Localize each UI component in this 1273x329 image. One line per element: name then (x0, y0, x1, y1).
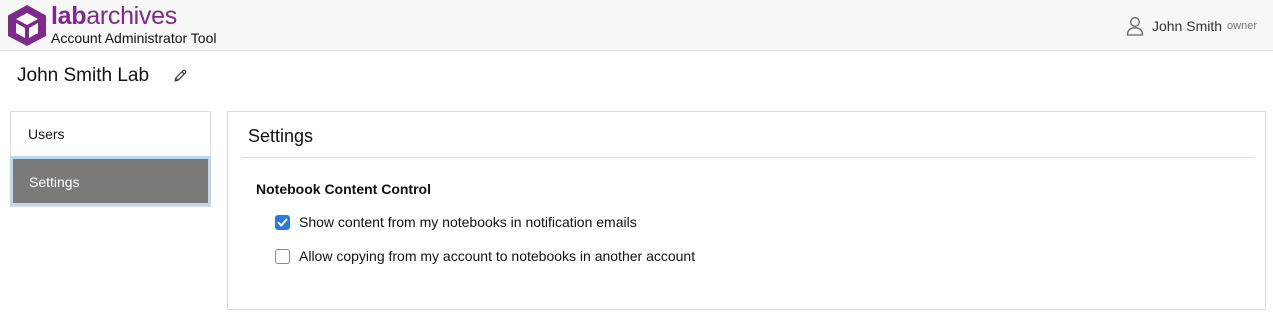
sidebar-nav: Users Settings (10, 111, 211, 207)
divider (241, 157, 1254, 158)
pencil-icon[interactable] (172, 68, 188, 84)
sidebar-item-label: Settings (29, 174, 80, 190)
brand-name[interactable]: labarchives (51, 4, 177, 29)
option-allow-copying[interactable]: Allow copying from my account to noteboo… (275, 247, 695, 265)
user-icon (1126, 17, 1144, 36)
sidebar-item-settings[interactable]: Settings (10, 156, 211, 206)
user-name: John Smith (1151, 18, 1223, 34)
lab-title: John Smith Lab (17, 65, 150, 86)
app-subtitle: Account Administrator Tool (51, 30, 217, 46)
checkmark-icon (277, 218, 288, 226)
settings-panel: Settings Notebook Content Control Show c… (227, 111, 1266, 310)
checkbox-label: Allow copying from my account to noteboo… (299, 248, 696, 264)
checkbox-checked[interactable] (275, 214, 290, 230)
checkbox-unchecked[interactable] (275, 248, 290, 264)
sidebar-item-label: Users (28, 126, 65, 142)
user-menu[interactable]: John Smith owner (1126, 15, 1257, 37)
user-role: owner (1227, 20, 1257, 32)
checkbox-label: Show content from my notebooks in notifi… (299, 214, 637, 230)
top-bar: labarchives Account Administrator Tool J… (0, 0, 1273, 51)
labarchives-logo-icon[interactable] (7, 4, 47, 47)
panel-title: Settings (248, 126, 314, 146)
option-show-content-in-emails[interactable]: Show content from my notebooks in notifi… (275, 213, 637, 231)
section-title: Notebook Content Control (256, 181, 431, 197)
sidebar-item-users[interactable]: Users (11, 112, 210, 156)
